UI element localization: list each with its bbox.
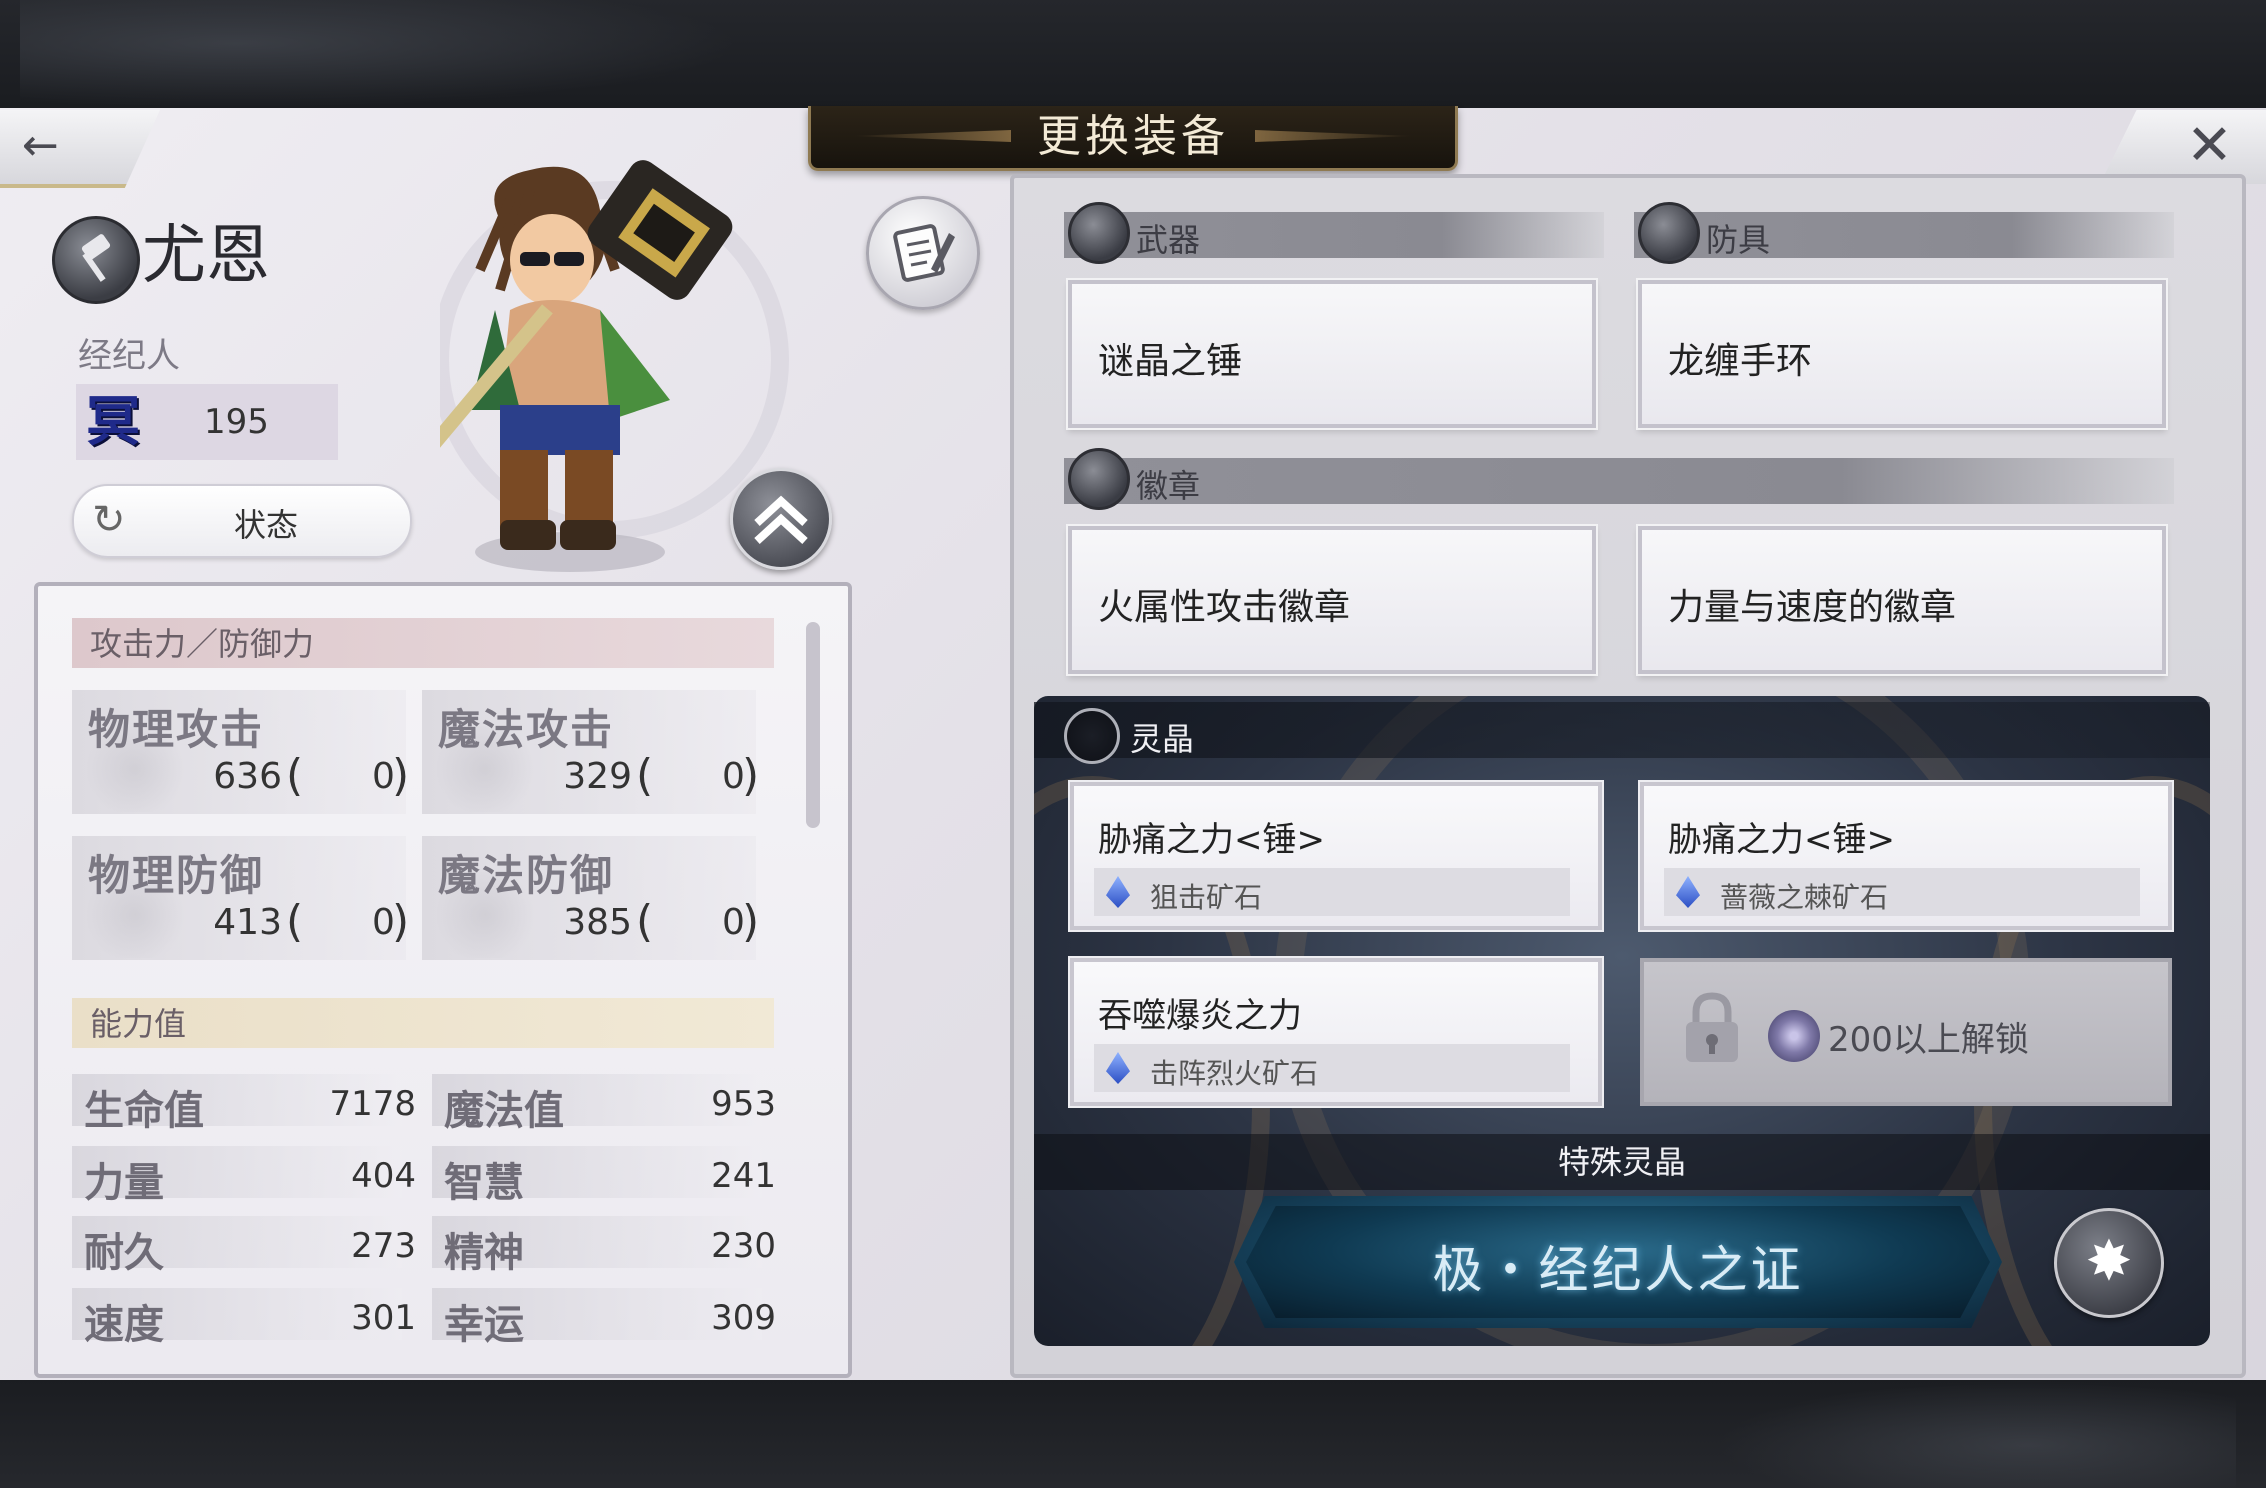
- special-rune-label: 特殊灵晶: [1034, 1134, 2210, 1190]
- ability-row: 精神 230: [432, 1216, 776, 1276]
- badge-header: 徽章: [1064, 448, 2174, 510]
- bottom-decor-band: [0, 1380, 2266, 1488]
- rune-slot-1[interactable]: 胁痛之力<锤> 狙击矿石: [1070, 782, 1602, 930]
- ore-tag: 击阵烈火矿石: [1094, 1044, 1570, 1092]
- ore-gem-icon: [1106, 876, 1130, 908]
- attack-defense-section-header: 攻击力／防御力: [72, 618, 774, 668]
- ability-row: 生命值 7178: [72, 1074, 416, 1134]
- stats-scrollbar[interactable]: [806, 622, 820, 828]
- spark-effect-button[interactable]: ✸: [2054, 1208, 2164, 1318]
- ability-row: 耐久 273: [72, 1216, 416, 1276]
- lock-icon: [1686, 992, 1738, 1062]
- stat-physical-defense: 物理防御 413 (0): [72, 836, 409, 960]
- character-role: 经纪人: [78, 336, 180, 376]
- rune-crystal-icon: [1064, 708, 1120, 764]
- rune-slot-locked: 200以上解锁: [1640, 958, 2172, 1106]
- double-chevron-up-icon: [754, 495, 808, 544]
- star-badge-icon: [1068, 448, 1130, 510]
- close-icon: ✕: [2186, 113, 2233, 178]
- rune-slot-2[interactable]: 胁痛之力<锤> 蔷薇之棘矿石: [1640, 782, 2172, 930]
- title-plate: 更换装备: [808, 106, 1458, 171]
- stat-physical-attack: 物理攻击 636 (0): [72, 690, 409, 814]
- back-arrow-icon: ←: [22, 120, 59, 171]
- status-button[interactable]: ↻ 状态: [72, 484, 412, 558]
- armor-slot[interactable]: 龙缠手环: [1638, 280, 2166, 428]
- sparkle-icon: ✸: [2085, 1229, 2133, 1294]
- special-rune-button[interactable]: 极・经纪人之证: [1234, 1196, 2002, 1328]
- refresh-icon: ↻: [92, 497, 126, 543]
- memo-pen-icon: [893, 224, 955, 282]
- ore-gem-icon: [1676, 876, 1700, 908]
- top-decor-band: [0, 0, 2266, 108]
- page-title: 更换装备: [1037, 111, 1229, 162]
- stat-magic-attack: 魔法攻击 329 (0): [422, 690, 759, 814]
- character-level: 195: [204, 402, 269, 442]
- expand-up-button[interactable]: [730, 468, 832, 570]
- hammer-icon: [1068, 202, 1130, 264]
- ore-gem-icon: [1106, 1052, 1130, 1084]
- status-button-label: 状态: [234, 506, 299, 544]
- hammer-class-icon: [52, 216, 140, 304]
- ability-row: 智慧 241: [432, 1146, 776, 1206]
- level-rank-glyph: 冥: [86, 390, 140, 453]
- character-name: 尤恩: [142, 219, 270, 293]
- ore-tag: 蔷薇之棘矿石: [1664, 868, 2140, 916]
- ability-row: 速度 301: [72, 1288, 416, 1348]
- armor-icon: [1638, 202, 1700, 264]
- badge-slot-1[interactable]: 火属性攻击徽章: [1068, 526, 1596, 674]
- ability-row: 幸运 309: [432, 1288, 776, 1348]
- armor-header: 防具: [1634, 202, 2174, 264]
- stat-magic-defense: 魔法防御 385 (0): [422, 836, 759, 960]
- rune-slot-3[interactable]: 吞噬爆炎之力 击阵烈火矿石: [1070, 958, 1602, 1106]
- spiral-rune-icon: [1768, 1010, 1820, 1062]
- weapon-header: 武器: [1064, 202, 1604, 264]
- ability-row: 魔法值 953: [432, 1074, 776, 1134]
- ore-tag: 狙击矿石: [1094, 868, 1570, 916]
- ability-row: 力量 404: [72, 1146, 416, 1206]
- weapon-slot[interactable]: 谜晶之锤: [1068, 280, 1596, 428]
- memo-button[interactable]: [866, 196, 980, 310]
- badge-slot-2[interactable]: 力量与速度的徽章: [1638, 526, 2166, 674]
- ability-section-header: 能力值: [72, 998, 774, 1048]
- rune-header: 灵晶: [1034, 702, 2210, 764]
